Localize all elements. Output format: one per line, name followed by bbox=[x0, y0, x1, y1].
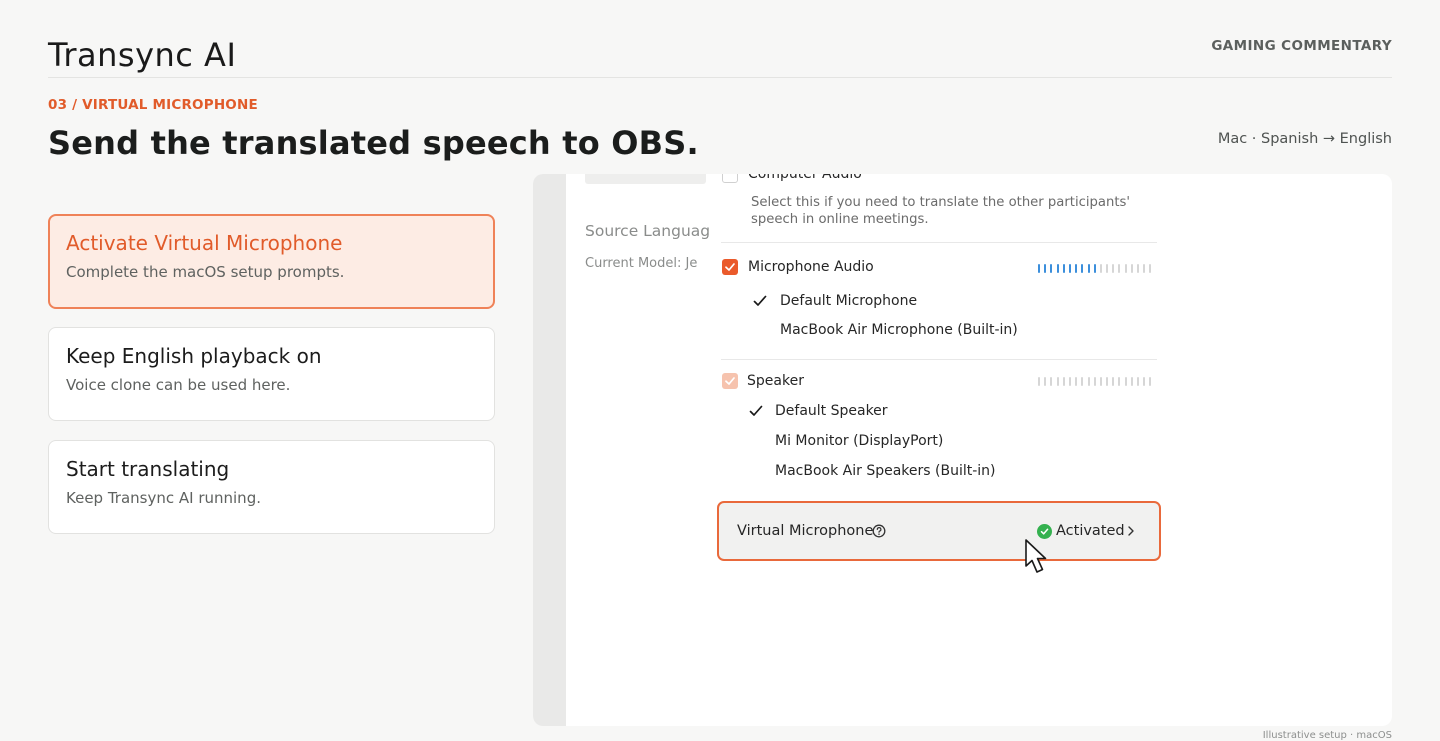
category-label: GAMING COMMENTARY bbox=[1211, 38, 1392, 54]
level-meter-tick bbox=[1081, 376, 1084, 386]
step-card-keep-english-playback[interactable]: Keep English playback on Voice clone can… bbox=[48, 327, 495, 421]
brand-title: Transync AI bbox=[48, 36, 237, 74]
level-meter-tick bbox=[1124, 376, 1127, 386]
chevron-right-icon[interactable] bbox=[1126, 525, 1136, 537]
step-card-activate-virtual-microphone[interactable]: Activate Virtual Microphone Complete the… bbox=[48, 214, 495, 309]
virtual-microphone-label: Virtual Microphone bbox=[737, 523, 874, 539]
microphone-option-default[interactable]: Default Microphone bbox=[780, 293, 917, 309]
level-meter-tick bbox=[1068, 263, 1071, 273]
level-meter-tick bbox=[1143, 376, 1146, 386]
level-meter-tick bbox=[1112, 263, 1115, 273]
level-meter-tick bbox=[1087, 376, 1090, 386]
microphone-audio-label: Microphone Audio bbox=[748, 259, 874, 275]
level-meter-tick bbox=[1075, 263, 1078, 273]
step-label: 03 / VIRTUAL MICROPHONE bbox=[48, 97, 258, 113]
speaker-label: Speaker bbox=[747, 373, 804, 389]
activated-status-icon bbox=[1037, 524, 1052, 539]
level-meter-tick bbox=[1106, 376, 1109, 386]
level-meter-tick bbox=[1056, 376, 1059, 386]
level-meter-tick bbox=[1081, 263, 1084, 273]
level-meter-tick bbox=[1050, 376, 1053, 386]
microphone-level-meter bbox=[1038, 263, 1158, 273]
step-card-subtitle: Complete the macOS setup prompts. bbox=[66, 263, 345, 281]
level-meter-tick bbox=[1038, 263, 1040, 273]
level-meter-tick bbox=[1143, 263, 1146, 273]
source-language-label: Source Languag bbox=[585, 222, 709, 240]
speaker-level-meter bbox=[1038, 376, 1158, 386]
virtual-microphone-row[interactable]: Virtual Microphone Activated bbox=[717, 501, 1161, 561]
level-meter-tick bbox=[1137, 376, 1139, 386]
level-meter-tick bbox=[1075, 376, 1078, 386]
level-meter-tick bbox=[1137, 263, 1139, 273]
platform-language-meta: Mac · Spanish → English bbox=[1217, 131, 1392, 147]
level-meter-tick bbox=[1044, 376, 1047, 386]
virtual-microphone-status: Activated bbox=[1056, 523, 1125, 539]
footnote: Illustrative setup · macOS bbox=[1262, 730, 1392, 741]
level-meter-tick bbox=[1093, 263, 1096, 273]
speaker-checkbox[interactable] bbox=[722, 373, 738, 389]
level-meter-tick bbox=[1044, 263, 1047, 273]
step-card-subtitle: Keep Transync AI running. bbox=[66, 489, 261, 507]
computer-audio-checkbox[interactable] bbox=[722, 174, 738, 183]
level-meter-tick bbox=[1130, 376, 1133, 386]
mouse-cursor-icon bbox=[1025, 539, 1047, 573]
header-divider bbox=[48, 77, 1392, 78]
level-meter-tick bbox=[1106, 263, 1109, 273]
level-meter-tick bbox=[1149, 263, 1152, 273]
level-meter-tick bbox=[1093, 376, 1096, 386]
level-meter-tick bbox=[1112, 376, 1115, 386]
level-meter-tick bbox=[1056, 263, 1059, 273]
level-meter-tick bbox=[1068, 376, 1071, 386]
microphone-option-macbook-air[interactable]: MacBook Air Microphone (Built-in) bbox=[780, 322, 1018, 338]
help-icon[interactable] bbox=[872, 524, 886, 538]
step-card-subtitle: Voice clone can be used here. bbox=[66, 376, 291, 394]
checkmark-icon bbox=[753, 295, 767, 306]
page-headline: Send the translated speech to OBS. bbox=[48, 124, 699, 162]
level-meter-tick bbox=[1149, 376, 1152, 386]
step-card-title: Start translating bbox=[66, 457, 230, 481]
level-meter-tick bbox=[1099, 376, 1102, 386]
speaker-option-macbook-air[interactable]: MacBook Air Speakers (Built-in) bbox=[775, 463, 996, 479]
level-meter-tick bbox=[1038, 376, 1040, 386]
level-meter-tick bbox=[1099, 263, 1102, 273]
current-model-label: Current Model: Je bbox=[585, 256, 698, 271]
app-background-control bbox=[585, 174, 706, 184]
level-meter-tick bbox=[1130, 263, 1133, 273]
computer-audio-description: Select this if you need to translate the… bbox=[751, 195, 1131, 227]
speaker-option-mi-monitor[interactable]: Mi Monitor (DisplayPort) bbox=[775, 433, 943, 449]
level-meter-tick bbox=[1050, 263, 1053, 273]
step-card-title: Activate Virtual Microphone bbox=[66, 231, 343, 255]
popup-divider bbox=[721, 359, 1157, 360]
level-meter-tick bbox=[1124, 263, 1127, 273]
popup-divider bbox=[721, 242, 1157, 243]
microphone-audio-checkbox[interactable] bbox=[722, 259, 738, 275]
app-sidebar bbox=[533, 174, 566, 726]
level-meter-tick bbox=[1087, 263, 1090, 273]
level-meter-tick bbox=[1062, 263, 1065, 273]
checkmark-icon bbox=[749, 405, 763, 416]
level-meter-tick bbox=[1118, 376, 1121, 386]
computer-audio-label: Computer Audio bbox=[748, 174, 862, 182]
app-screenshot-panel: Source Languag Current Model: Je Compute… bbox=[533, 174, 1392, 726]
step-card-start-translating[interactable]: Start translating Keep Transync AI runni… bbox=[48, 440, 495, 534]
step-card-title: Keep English playback on bbox=[66, 344, 322, 368]
level-meter-tick bbox=[1062, 376, 1065, 386]
level-meter-tick bbox=[1118, 263, 1121, 273]
speaker-option-default[interactable]: Default Speaker bbox=[775, 403, 888, 419]
